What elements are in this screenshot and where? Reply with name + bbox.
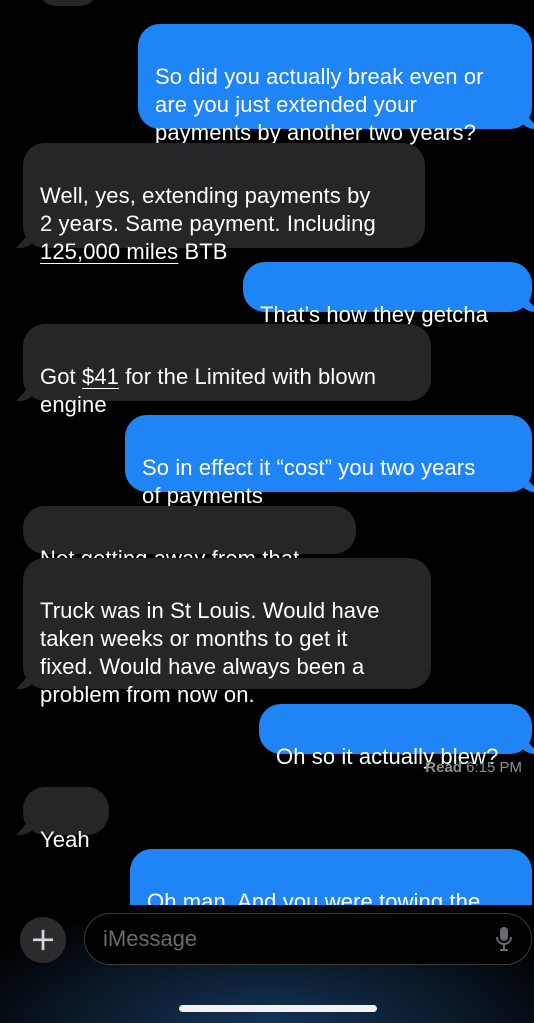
message-input-placeholder: iMessage [103, 926, 198, 951]
microphone-icon[interactable] [495, 926, 513, 952]
message-bubble-incoming[interactable]: Yeah [23, 787, 109, 852]
message-bubble-incoming[interactable]: Truck was in St Louis. Would have taken … [23, 558, 431, 707]
plus-glyph: + [29, 920, 57, 958]
message-bubble-outgoing[interactable]: Oh man. And you were towing the camper? [130, 849, 532, 905]
message-thread[interactable]: So did you actually break even or are yo… [0, 0, 534, 905]
message-data-link[interactable]: $41 [82, 364, 119, 389]
message-bubble-incoming[interactable]: Well, yes, extending payments by 2 years… [23, 143, 425, 264]
message-text: BTB [178, 239, 228, 264]
message-text: So in effect it “cost” you two years of … [142, 455, 476, 508]
plus-icon[interactable]: + [20, 917, 66, 963]
message-bubble-incoming[interactable]: Got $41 for the Limited with blown engin… [23, 324, 431, 417]
message-text: Oh man. And you were towing the camper? [147, 889, 481, 905]
message-data-link[interactable]: 125,000 miles [40, 239, 178, 264]
previous-message-bubble-edge [38, 0, 98, 6]
message-bubble-outgoing[interactable]: Oh so it actually blew? [259, 704, 532, 769]
message-text: So did you actually break even or are yo… [155, 64, 484, 145]
message-composer: + iMessage [0, 905, 534, 1023]
home-indicator[interactable] [179, 1005, 377, 1012]
read-receipt-label: Read [425, 759, 462, 776]
message-input[interactable]: iMessage [84, 913, 532, 965]
message-bubble-incoming[interactable]: Not getting away from that. [23, 506, 356, 571]
message-text: Yeah [40, 827, 90, 852]
message-text: Well, yes, extending payments by 2 years… [40, 183, 376, 236]
read-receipt: Read 6:15 PM [425, 759, 522, 776]
message-bubble-outgoing[interactable]: So in effect it “cost” you two years of … [125, 415, 532, 508]
message-bubble-outgoing[interactable]: So did you actually break even or are yo… [138, 24, 532, 145]
message-text: Truck was in St Louis. Would have taken … [40, 598, 380, 707]
message-text: Got [40, 364, 82, 389]
read-receipt-time: 6:15 PM [466, 759, 522, 776]
message-bubble-outgoing[interactable]: That’s how they getcha [243, 262, 532, 327]
